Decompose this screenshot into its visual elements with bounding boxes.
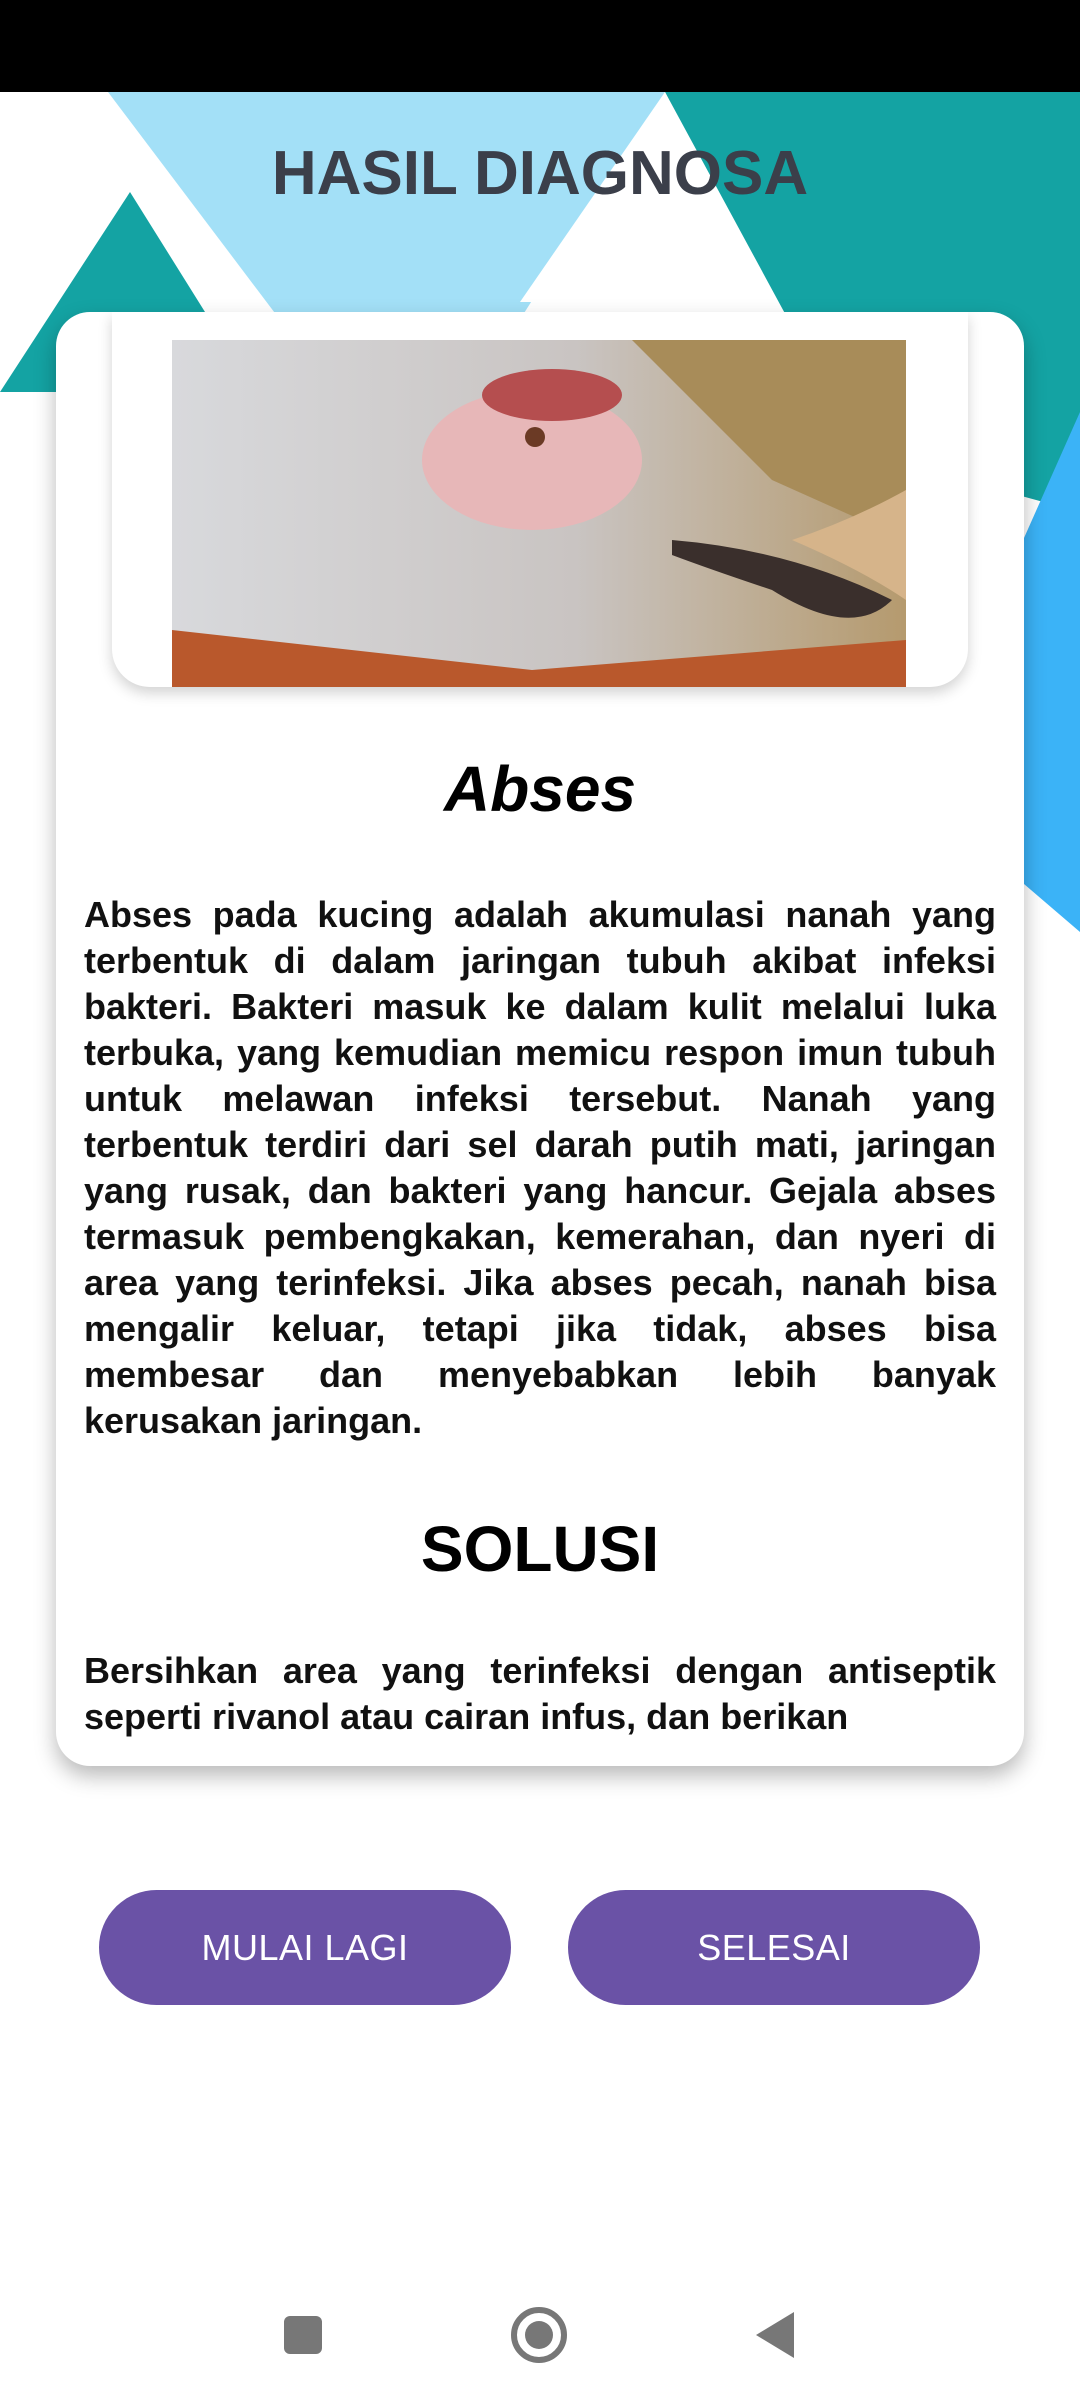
solution-text: Bersihkan area yang terinfeksi dengan an… <box>84 1650 996 1737</box>
image-frame <box>112 312 968 687</box>
disease-description: Abses pada kucing adalah akumulasi nanah… <box>84 894 996 1441</box>
disease-name: Abses <box>443 753 637 825</box>
page-title: HASIL DIAGNOSA <box>271 139 809 208</box>
solution-heading: SOLUSI <box>420 1513 660 1585</box>
recents-square-icon[interactable] <box>268 2300 338 2370</box>
back-triangle-icon[interactable] <box>742 2300 812 2370</box>
diagnosis-result-card[interactable]: Abses Abses pada kucing adalah akumulasi… <box>56 312 1024 1766</box>
system-navigation-bar <box>0 2270 1080 2400</box>
home-circle-icon[interactable] <box>504 2300 574 2370</box>
cat-abscess-photo <box>172 340 906 687</box>
restart-button[interactable]: MULAI LAGI <box>99 1890 511 2005</box>
status-bar <box>0 0 1080 92</box>
finish-button[interactable]: SELESAI <box>568 1890 980 2005</box>
